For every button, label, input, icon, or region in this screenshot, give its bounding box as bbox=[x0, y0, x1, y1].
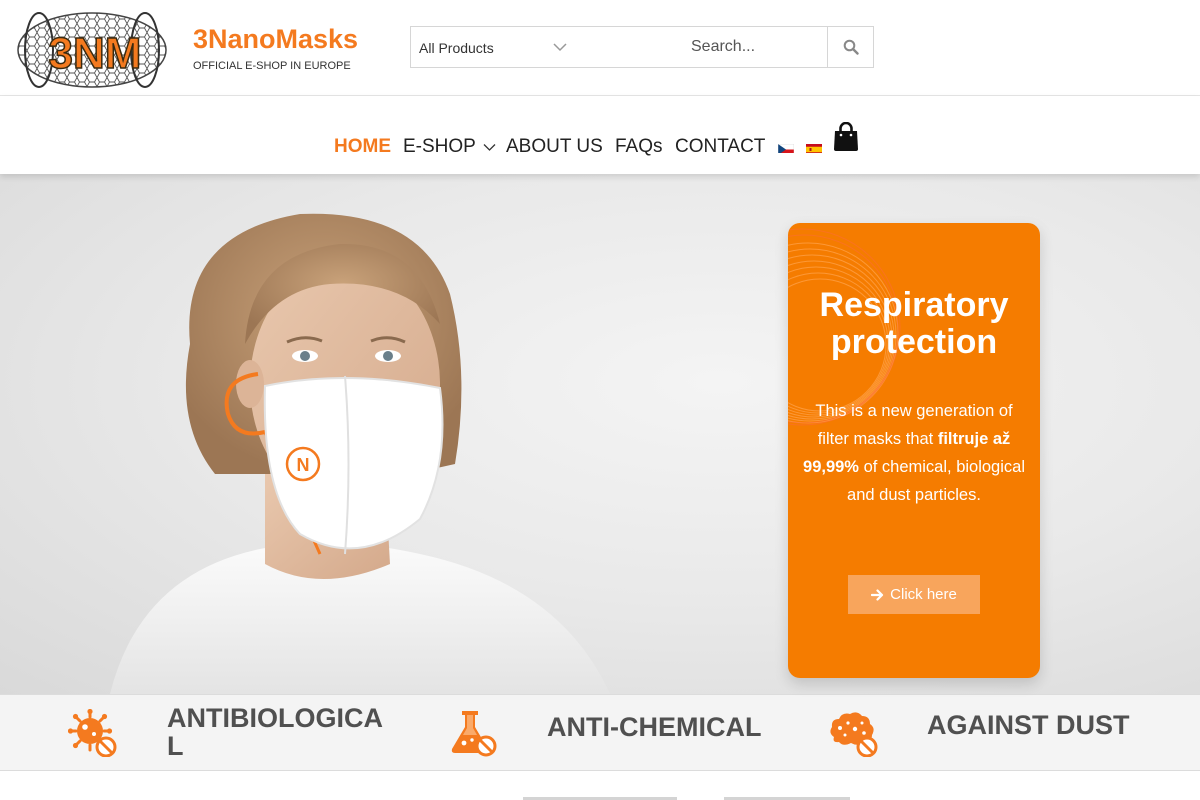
arrow-right-icon bbox=[871, 588, 884, 601]
feature-antibiological-label: ANTIBIOLOGICA L bbox=[167, 704, 383, 760]
cart-button[interactable] bbox=[832, 121, 860, 157]
flask-blocked-icon bbox=[451, 711, 497, 757]
nav-about-us[interactable]: ABOUT US bbox=[506, 136, 603, 158]
nav-home[interactable]: HOME bbox=[334, 136, 391, 158]
product-search: All Products bbox=[410, 26, 874, 68]
chevron-down-icon bbox=[553, 43, 567, 52]
feature-antibiological-line2: L bbox=[167, 731, 184, 761]
category-select[interactable]: All Products bbox=[411, 27, 581, 67]
promo-text-post: of chemical, biological and dust particl… bbox=[847, 458, 1025, 504]
main-navigation: HOME E-SHOP ABOUT US FAQs CONTACT bbox=[0, 96, 1200, 174]
click-here-button[interactable]: Click here bbox=[848, 575, 980, 614]
hero-woman-mask-photo: N bbox=[110, 213, 610, 694]
promo-description: This is a new generation of filter masks… bbox=[802, 397, 1026, 509]
nav-eshop[interactable]: E-SHOP bbox=[403, 136, 496, 158]
promo-title-line1: Respiratory bbox=[819, 286, 1009, 324]
feature-dust-label: AGAINST DUST bbox=[927, 710, 1130, 740]
feature-antichemical-label: ANTI-CHEMICAL bbox=[547, 712, 762, 742]
search-icon bbox=[843, 39, 859, 55]
promo-title-line2: protection bbox=[830, 323, 998, 361]
es-flag-icon[interactable] bbox=[806, 142, 822, 153]
virus-blocked-icon bbox=[68, 709, 117, 757]
dust-cloud-blocked-icon bbox=[830, 712, 878, 757]
click-here-label: Click here bbox=[890, 586, 957, 603]
cs-flag-icon[interactable] bbox=[778, 142, 794, 153]
nav-faqs[interactable]: FAQs bbox=[615, 136, 663, 158]
brand-tagline: OFFICIAL E-SHOP IN EUROPE bbox=[193, 60, 351, 72]
category-select-value: All Products bbox=[419, 40, 494, 56]
shopping-bag-icon bbox=[834, 121, 858, 151]
brand-logo[interactable]: 3NM bbox=[17, 10, 167, 90]
nav-contact[interactable]: CONTACT bbox=[675, 136, 765, 158]
feature-strip: ANTIBIOLOGICA L ANTI-CHEMICAL AGAINST DU… bbox=[0, 694, 1200, 771]
nav-eshop-label: E-SHOP bbox=[403, 136, 476, 157]
feature-antibiological-line1: ANTIBIOLOGICA bbox=[167, 703, 383, 733]
search-button[interactable] bbox=[827, 27, 873, 67]
promo-card: Respiratory protection This is a new gen… bbox=[788, 223, 1040, 678]
brand-name[interactable]: 3NanoMasks bbox=[193, 24, 358, 55]
product-row-peek bbox=[0, 771, 1200, 800]
logo-text: 3NM bbox=[49, 29, 142, 78]
chevron-down-icon bbox=[483, 144, 496, 151]
promo-title: Respiratory protection bbox=[788, 287, 1040, 361]
search-input[interactable] bbox=[683, 27, 827, 67]
mask-logo: N bbox=[297, 455, 310, 475]
site-header: 3NM 3NanoMasks OFFICIAL E-SHOP IN EUROPE… bbox=[0, 0, 1200, 96]
